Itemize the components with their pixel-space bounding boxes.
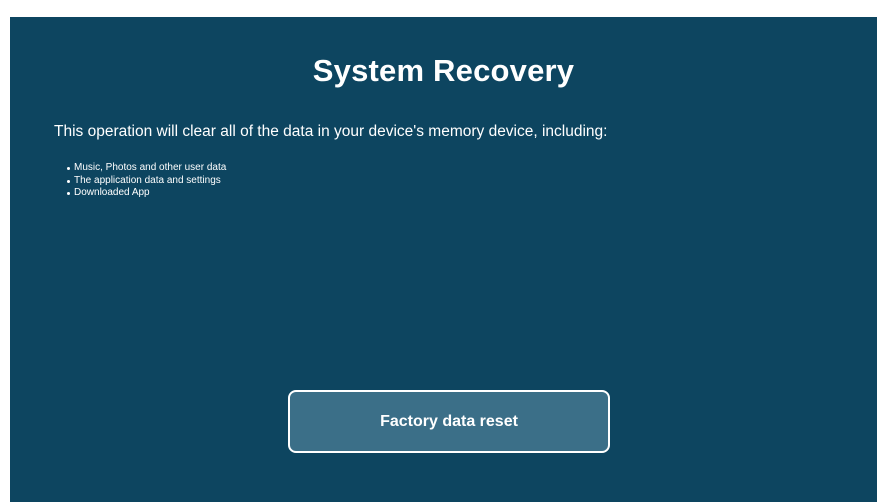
list-item: Music, Photos and other user data — [67, 162, 226, 175]
list-item-label: Music, Photos and other user data — [74, 162, 227, 173]
page-title: System Recovery — [312, 53, 575, 88]
bullet-icon — [67, 167, 70, 170]
recovery-screen: System Recovery This operation will clea… — [10, 17, 877, 502]
list-item-label: The application data and settings — [74, 174, 221, 186]
list-item: The application data and settings — [67, 175, 226, 188]
intro-text: This operation will clear all of the dat… — [54, 123, 608, 140]
data-list: Music, Photos and other user data The ap… — [67, 162, 226, 200]
factory-data-reset-button[interactable]: Factory data reset — [288, 390, 610, 453]
bullet-icon — [67, 192, 70, 195]
list-item-label: Downloaded App — [74, 187, 150, 198]
bullet-icon — [67, 179, 70, 183]
list-item: Downloaded App — [67, 187, 226, 200]
reset-button-label: Factory data reset — [380, 412, 518, 430]
